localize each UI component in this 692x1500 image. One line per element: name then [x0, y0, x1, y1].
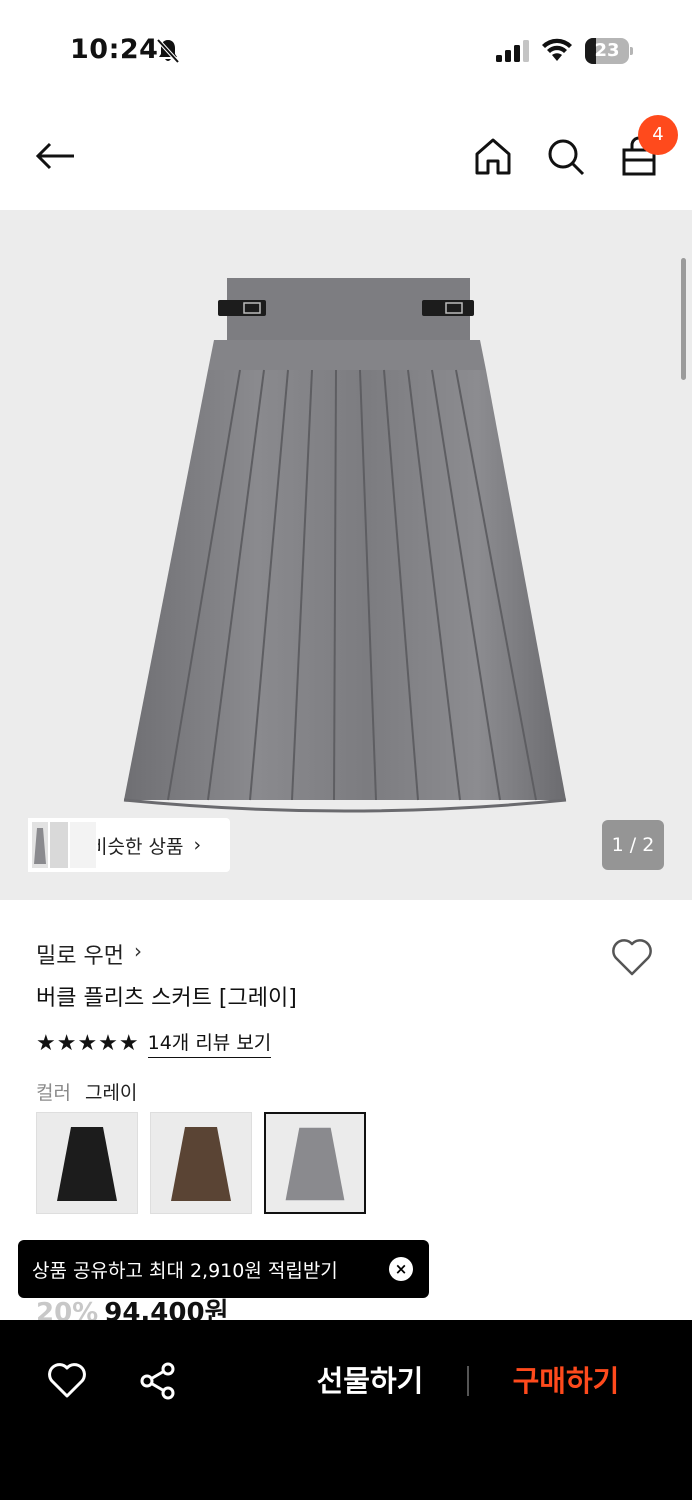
- image-page-indicator: 1 / 2: [602, 820, 664, 870]
- reviews-link[interactable]: 14개 리뷰 보기: [147, 1028, 272, 1058]
- chevron-right-icon: ›: [193, 834, 202, 856]
- product-image-skirt: [123, 278, 567, 813]
- home-icon[interactable]: [471, 135, 515, 179]
- similar-product-thumbnail: [28, 818, 98, 872]
- image-scrollbar[interactable]: [681, 258, 686, 380]
- status-bar: 10:24 23: [0, 0, 692, 100]
- brand-chevron-icon[interactable]: ›: [134, 939, 142, 963]
- share-icon[interactable]: [138, 1361, 178, 1401]
- toast-message: 상품 공유하고 최대 2,910원 적립받기: [32, 1259, 338, 1282]
- cart-count-badge: 4: [638, 115, 678, 155]
- swatch-gray-selected[interactable]: [264, 1112, 366, 1214]
- brand-link[interactable]: 밀로 우먼: [36, 938, 124, 970]
- product-image-gallery[interactable]: 비슷한 상품 › 1 / 2: [0, 210, 692, 900]
- share-reward-toast: 상품 공유하고 최대 2,910원 적립받기 ×: [18, 1240, 429, 1298]
- battery-icon: 23: [585, 38, 633, 64]
- battery-level: 23: [594, 40, 620, 61]
- divider: [467, 1366, 469, 1396]
- swatch-brown[interactable]: [150, 1112, 252, 1214]
- gift-button[interactable]: 선물하기: [300, 1358, 440, 1404]
- bell-off-icon: [156, 38, 180, 64]
- similar-products-button[interactable]: 비슷한 상품 ›: [28, 818, 230, 872]
- product-title: 버클 플리츠 스커트 [그레이]: [36, 986, 297, 1011]
- close-icon[interactable]: ×: [389, 1257, 413, 1281]
- buy-button[interactable]: 구매하기: [496, 1358, 636, 1404]
- top-navigation: [0, 100, 692, 210]
- color-value: 그레이: [84, 1082, 138, 1104]
- wishlist-heart-icon[interactable]: [610, 936, 654, 978]
- status-time: 10:24: [70, 34, 159, 65]
- back-arrow-icon[interactable]: [34, 134, 78, 178]
- search-icon[interactable]: [544, 135, 588, 179]
- rating-stars: ★★★★★: [36, 1030, 140, 1056]
- swatch-black[interactable]: [36, 1112, 138, 1214]
- cellular-signal-icon: [496, 40, 529, 62]
- color-label: 컬러: [36, 1082, 71, 1104]
- heart-icon[interactable]: [47, 1362, 87, 1400]
- color-swatches: [36, 1112, 366, 1214]
- bottom-action-bar: 선물하기 구매하기: [0, 1320, 692, 1500]
- wifi-icon: [542, 38, 572, 61]
- color-option-row: 컬러 그레이: [36, 1078, 137, 1105]
- similar-products-label: 비슷한 상품: [90, 835, 184, 858]
- rating-row: ★★★★★ 14개 리뷰 보기: [36, 1028, 272, 1058]
